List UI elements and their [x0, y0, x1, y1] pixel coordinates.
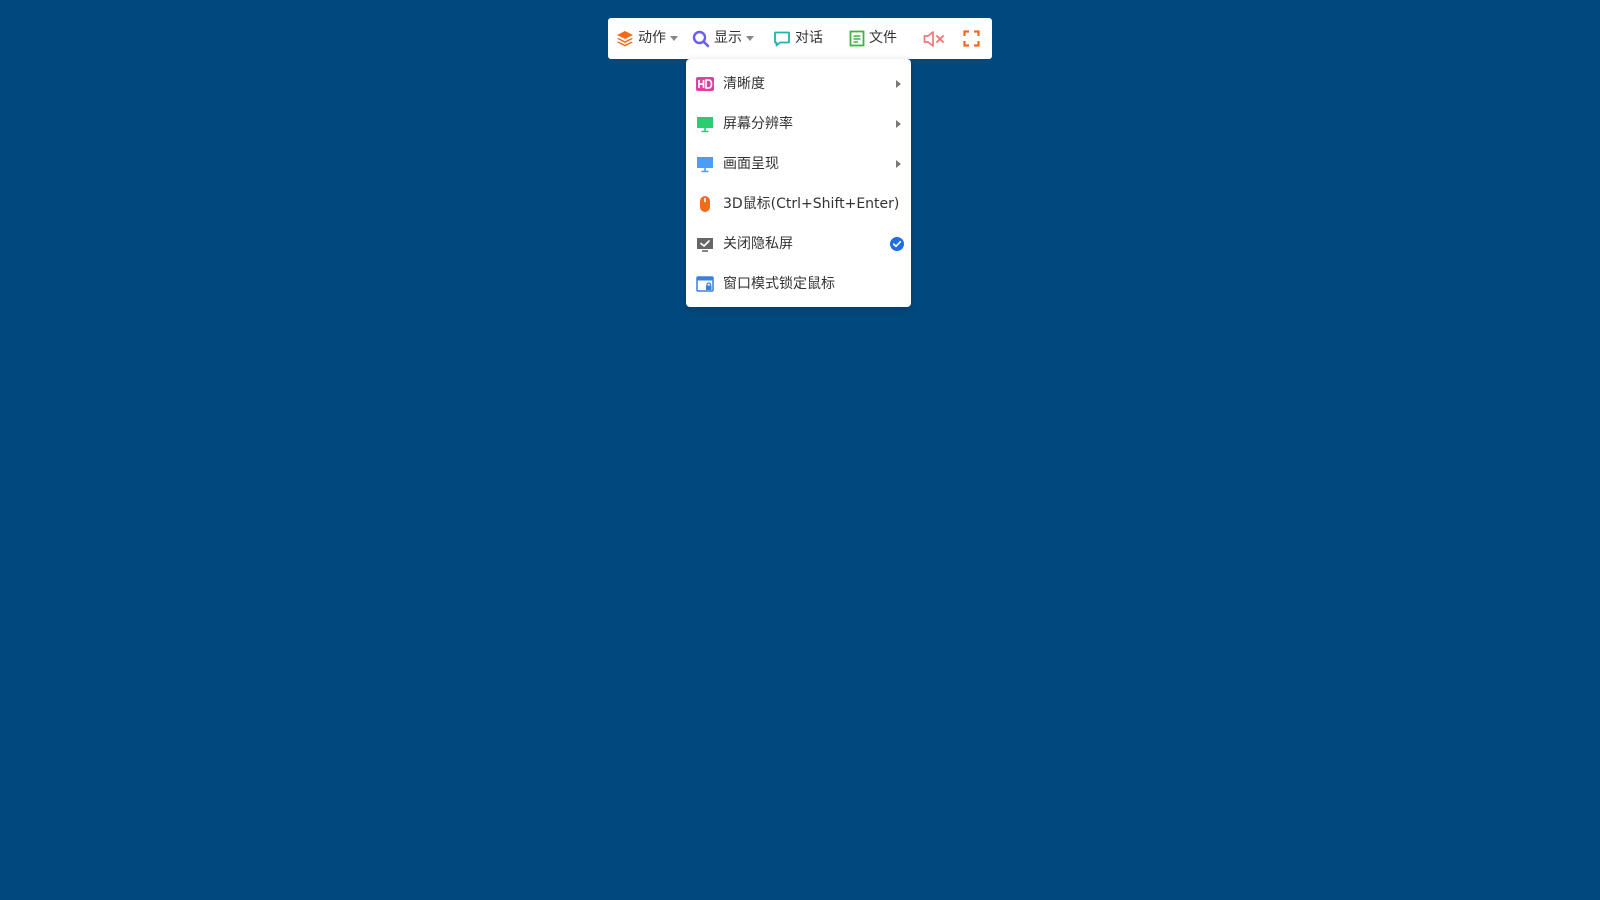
action-menu-button[interactable]: 动作 [616, 18, 678, 59]
display-menu-label: 显示 [714, 30, 742, 46]
menu-item-close-privacy-screen[interactable]: 关闭隐私屏 [686, 224, 911, 264]
display-icon [697, 157, 713, 173]
caret-down-icon [670, 36, 678, 41]
menu-item-3d-mouse-label: 3D鼠标(Ctrl+Shift+Enter) [723, 196, 900, 212]
action-menu-label: 动作 [638, 30, 666, 46]
file-label: 文件 [869, 30, 897, 46]
file-button[interactable]: 文件 [849, 18, 897, 59]
speaker-muted-icon [923, 30, 944, 47]
menu-item-screen-resolution[interactable]: 屏幕分辨率 [686, 104, 911, 144]
remote-toolbar: 动作 显示 对话 文件 [608, 18, 992, 59]
display-dropdown-menu: 清晰度 屏幕分辨率 画面呈现 3D鼠标(Ctrl+Shift+Enter) 关闭… [686, 59, 911, 307]
submenu-arrow-icon [896, 80, 901, 88]
menu-item-window-mode-lock-mouse[interactable]: 窗口模式锁定鼠标 [686, 264, 911, 304]
menu-item-clarity-label: 清晰度 [723, 76, 765, 92]
file-list-icon [849, 30, 865, 47]
privacy-screen-icon [697, 238, 713, 252]
mouse-icon [700, 196, 710, 212]
menu-item-window-mode-lock-mouse-label: 窗口模式锁定鼠标 [723, 276, 835, 292]
chat-bubble-icon [774, 31, 790, 46]
chat-button[interactable]: 对话 [773, 18, 823, 59]
menu-item-picture-display[interactable]: 画面呈现 [686, 144, 911, 184]
caret-down-icon [746, 36, 754, 41]
chat-label: 对话 [795, 30, 823, 46]
menu-item-picture-display-label: 画面呈现 [723, 156, 779, 172]
menu-item-clarity[interactable]: 清晰度 [686, 64, 911, 104]
layers-icon [617, 30, 633, 46]
mute-button[interactable] [923, 18, 947, 59]
monitor-icon [697, 117, 713, 133]
fullscreen-button[interactable] [963, 18, 980, 59]
menu-item-close-privacy-screen-label: 关闭隐私屏 [723, 236, 793, 252]
checked-circle-icon [890, 237, 904, 251]
display-menu-button[interactable]: 显示 [692, 18, 754, 59]
menu-item-3d-mouse[interactable]: 3D鼠标(Ctrl+Shift+Enter) [686, 184, 911, 224]
hd-icon [696, 77, 714, 91]
menu-item-screen-resolution-label: 屏幕分辨率 [723, 116, 793, 132]
search-icon [692, 30, 710, 47]
fullscreen-icon [963, 30, 980, 47]
submenu-arrow-icon [896, 160, 901, 168]
submenu-arrow-icon [896, 120, 901, 128]
window-lock-icon [696, 276, 714, 292]
